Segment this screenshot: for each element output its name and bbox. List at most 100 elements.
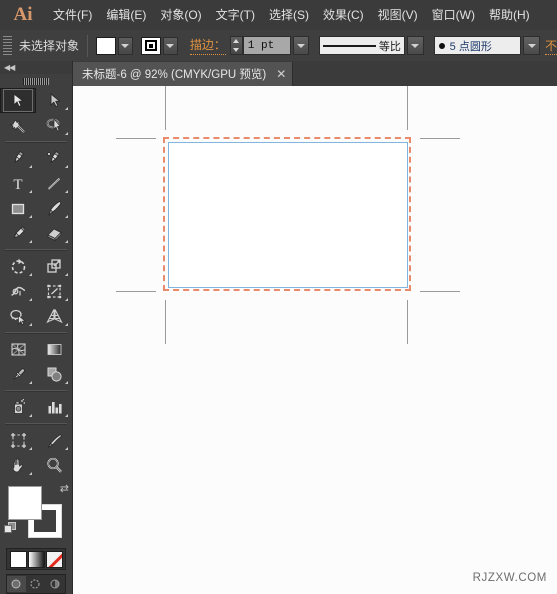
stroke-profile-value: 等比 (378, 40, 401, 53)
color-mode-color[interactable] (9, 550, 27, 568)
menu-bar: Ai 文件(F) 编辑(E) 对象(O) 文字(T) 选择(S) 效果(C) 视… (0, 0, 557, 30)
fill-color-swatch[interactable] (95, 36, 116, 55)
color-mode-gradient[interactable] (27, 550, 45, 568)
stroke-color-group[interactable] (140, 36, 178, 55)
document-tab-title: 未标题-6 @ 92% (CMYK/GPU 预览) (82, 69, 267, 81)
chevron-down-icon (121, 43, 130, 48)
free-transform-tool[interactable] (36, 279, 72, 304)
guide-bottom-left-vertical (165, 300, 166, 344)
pen-tool[interactable] (0, 146, 36, 171)
menu-effect[interactable]: 效果(C) (316, 0, 371, 30)
draw-behind-mode[interactable] (26, 576, 45, 592)
menu-object[interactable]: 对象(O) (153, 0, 208, 30)
menu-select[interactable]: 选择(S) (262, 0, 316, 30)
menu-view[interactable]: 视图(V) (371, 0, 425, 30)
tool-flyout-icon (29, 215, 32, 218)
app-logo-icon: Ai (13, 4, 33, 25)
tool-divider (5, 249, 67, 251)
pencil-tool[interactable] (0, 221, 36, 246)
menu-help[interactable]: 帮助(H) (482, 0, 537, 30)
paintbrush-tool[interactable] (36, 196, 72, 221)
stepper-down-icon[interactable] (233, 47, 240, 52)
opacity-label[interactable]: 不 (545, 37, 557, 55)
menu-window[interactable]: 窗口(W) (425, 0, 482, 30)
tool-flyout-icon (65, 298, 68, 301)
rectangle-tool[interactable] (0, 196, 36, 221)
draw-normal-mode[interactable] (7, 576, 27, 592)
stroke-profile-field[interactable]: 等比 (319, 36, 405, 55)
guide-bottom-right-vertical (407, 300, 408, 344)
brush-definition-value: 5 点圆形 (449, 40, 492, 53)
magic-wand-tool[interactable] (0, 113, 36, 138)
guide-right-top-horizontal (420, 138, 460, 139)
collapse-panel-icon[interactable]: ◀◀ (4, 63, 15, 72)
stroke-color-swatch[interactable] (140, 36, 161, 55)
stroke-color-dropdown[interactable] (162, 36, 178, 55)
svg-text:T: T (13, 177, 22, 193)
canvas-area[interactable]: RJZXW.COM (73, 86, 557, 594)
fill-color-group[interactable] (95, 36, 133, 55)
rotate-tool[interactable] (0, 254, 36, 279)
selection-tool[interactable] (0, 88, 36, 113)
perspective-grid-tool[interactable] (36, 304, 72, 329)
fill-proxy-swatch[interactable] (8, 486, 42, 520)
tool-flyout-icon (65, 215, 68, 218)
eyedropper-tool[interactable] (0, 362, 36, 387)
tool-flyout-icon (29, 323, 32, 326)
control-bar-grip[interactable] (3, 35, 12, 56)
menu-type[interactable]: 文字(T) (209, 0, 262, 30)
stepper-up-icon[interactable] (233, 39, 240, 44)
symbol-sprayer-tool[interactable] (0, 395, 36, 420)
stroke-weight-stepper[interactable] (229, 36, 243, 55)
stroke-weight-input[interactable]: 1 pt (242, 36, 291, 55)
fill-color-dropdown[interactable] (117, 36, 133, 55)
line-segment-tool[interactable] (36, 171, 72, 196)
guide-left-top-horizontal (116, 138, 156, 139)
scale-tool[interactable] (36, 254, 72, 279)
tools-panel-header: ◀◀ (0, 61, 72, 74)
zoom-tool[interactable] (36, 453, 72, 478)
stroke-weight-label[interactable]: 描边： (189, 36, 226, 55)
brush-definition-field[interactable]: 5 点圆形 (433, 36, 522, 55)
stroke-weight-dropdown[interactable] (292, 36, 310, 55)
hand-tool[interactable] (0, 453, 36, 478)
width-tool[interactable] (0, 279, 36, 304)
tool-flyout-icon (29, 414, 32, 417)
selection-status-label: 未选择对象 (18, 39, 79, 53)
shape-builder-tool[interactable] (0, 304, 36, 329)
mesh-tool[interactable] (0, 337, 36, 362)
color-mode-none[interactable] (45, 550, 63, 568)
artboard-wrapper (116, 86, 460, 344)
tool-flyout-icon (29, 381, 32, 384)
draw-inside-mode[interactable] (46, 576, 65, 592)
curvature-tool[interactable] (36, 146, 72, 171)
divider (86, 34, 88, 57)
watermark: RJZXW.COM (472, 572, 547, 584)
swap-fill-stroke-icon[interactable]: ⇄ (60, 484, 69, 495)
artboard-tool[interactable] (0, 428, 36, 453)
direct-selection-tool[interactable] (36, 88, 72, 113)
tool-flyout-icon (65, 240, 68, 243)
document-tab[interactable]: 未标题-6 @ 92% (CMYK/GPU 预览) ✕ (72, 62, 294, 86)
eraser-tool[interactable] (36, 221, 72, 246)
stroke-profile-dropdown[interactable] (406, 36, 424, 55)
brush-definition-dropdown[interactable] (523, 36, 541, 55)
profile-line-icon (323, 44, 376, 47)
tool-flyout-icon (65, 165, 68, 168)
close-icon[interactable]: ✕ (276, 68, 286, 80)
default-fill-stroke-icon[interactable] (4, 522, 17, 535)
tool-flyout-icon (65, 273, 68, 276)
tool-flyout-icon (65, 447, 68, 450)
blend-tool[interactable] (36, 362, 72, 387)
illustrator-window: Ai 文件(F) 编辑(E) 对象(O) 文字(T) 选择(S) 效果(C) 视… (0, 0, 557, 594)
menu-file[interactable]: 文件(F) (46, 0, 99, 30)
menu-edit[interactable]: 编辑(E) (99, 0, 153, 30)
tools-panel-grip[interactable] (0, 74, 72, 88)
lasso-tool[interactable] (36, 113, 72, 138)
draw-mode-row (6, 574, 66, 594)
type-tool[interactable]: T (0, 171, 36, 196)
gradient-tool[interactable] (36, 337, 72, 362)
artboard[interactable] (168, 142, 408, 288)
column-graph-tool[interactable] (36, 395, 72, 420)
slice-tool[interactable] (36, 428, 72, 453)
